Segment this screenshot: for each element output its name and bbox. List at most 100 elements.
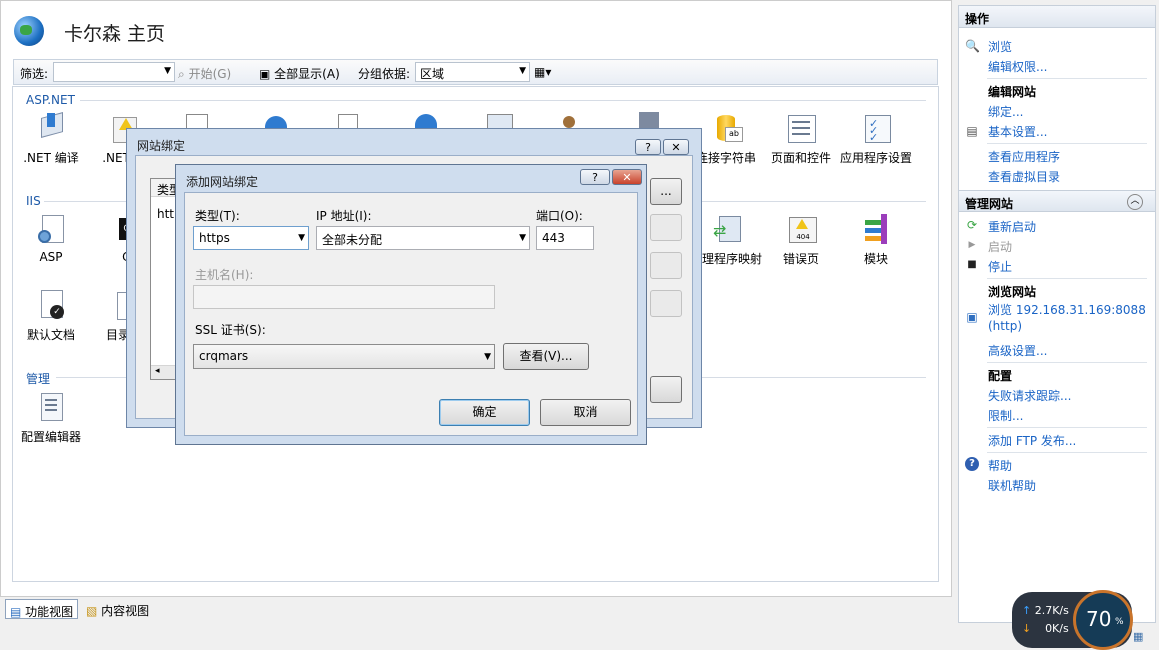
browse-binding-button[interactable] (650, 290, 682, 317)
feature-label: 页面和控件 (770, 151, 831, 165)
group-by-value: 区域 (420, 67, 445, 81)
tab-features-view[interactable]: ▤ 功能视图 (5, 599, 79, 619)
asp-icon (36, 214, 66, 244)
manage-site-heading: 管理网站 (965, 197, 1014, 211)
feature-error-pages[interactable]: 404 错误页 (763, 214, 839, 267)
help-title-button[interactable]: ? (580, 169, 610, 185)
help-icon: ? (965, 457, 979, 471)
group-by-label: 分组依据: (358, 67, 411, 81)
actions-panel: 操作 🔍 浏览 编辑权限... 编辑网站 绑定... ▤ 基本设置... 查看应… (958, 5, 1156, 623)
start-icon: ▶ (968, 240, 976, 250)
action-browse-url-protocol[interactable]: (http) (988, 319, 1022, 333)
action-basic-settings[interactable]: 基本设置... (988, 123, 1047, 140)
feature-net-compile[interactable]: .NET 编译 (13, 112, 89, 166)
feature-label: 默认文档 (26, 328, 75, 342)
action-failed-request-tracing[interactable]: 失败请求跟踪... (988, 387, 1071, 404)
feature-asp[interactable]: ASP (13, 214, 89, 264)
divider (987, 278, 1147, 279)
browse-site-heading: 浏览网站 (988, 285, 1037, 299)
feature-label: 配置编辑器 (20, 430, 81, 444)
action-view-apps[interactable]: 查看应用程序 (988, 148, 1060, 165)
feature-icon-partial (487, 114, 513, 129)
start-button[interactable]: ⌕ 开始(G) (178, 65, 231, 82)
view-cert-button[interactable]: 查看(V)... (503, 343, 589, 370)
host-label: 主机名(H): (195, 268, 254, 282)
feature-pages-controls[interactable]: 页面和控件 (763, 113, 839, 166)
pages-controls-icon (786, 113, 816, 143)
content-view-icon: ▧ (86, 604, 98, 618)
actions-header: 操作 (959, 6, 1155, 28)
ip-address-select[interactable]: 全部未分配 ▼ (316, 226, 530, 250)
feature-app-settings[interactable]: ✓ ✓ ✓ 应用程序设置 (838, 113, 914, 166)
database-icon: ab (711, 113, 743, 143)
port-input[interactable]: 443 (536, 226, 594, 250)
section-manage: 管理 (26, 372, 51, 386)
cancel-button[interactable]: 取消 (540, 399, 631, 426)
feature-icon-partial (186, 114, 208, 129)
action-help[interactable]: 帮助 (988, 457, 1012, 474)
filter-toolbar: 筛选: ▼ ⌕ 开始(G) ▣ 全部显示(A) 分组依据: 区域 ▼ ▦▾ (13, 59, 938, 85)
ok-button[interactable]: 确定 (439, 399, 530, 426)
ssl-label: SSL 证书(S): (195, 323, 266, 337)
type-label: 类型(T): (195, 209, 240, 223)
help-title-button[interactable]: ? (635, 139, 661, 155)
action-limits[interactable]: 限制... (988, 407, 1023, 424)
action-restart[interactable]: 重新启动 (988, 218, 1036, 235)
host-name-input[interactable] (193, 285, 495, 309)
filter-input[interactable]: ▼ (53, 62, 175, 82)
default-doc-icon: ✓ (36, 290, 66, 320)
tray-network-icon[interactable]: ▦ (1133, 630, 1147, 644)
feature-label: .NET 编译 (23, 151, 79, 165)
dialog-body: 类型(T): https ▼ IP 地址(I): 全部未分配 ▼ 端口(O): … (184, 192, 638, 436)
action-bindings[interactable]: 绑定... (988, 103, 1023, 120)
action-add-ftp[interactable]: 添加 FTP 发布... (988, 432, 1076, 449)
ssl-value: crqmars (199, 349, 249, 363)
add-site-binding-dialog: 添加网站绑定 ? ✕ 类型(T): https ▼ IP 地址(I): 全部未分… (175, 164, 647, 445)
config-editor-icon (36, 392, 66, 422)
feature-modules[interactable]: 模块 (838, 214, 914, 267)
close-title-button[interactable]: ✕ (663, 139, 689, 155)
type-select[interactable]: https ▼ (193, 226, 309, 250)
feature-label: 错误页 (782, 252, 819, 266)
divider (987, 452, 1147, 453)
divider (987, 143, 1147, 144)
divider (987, 427, 1147, 428)
action-browse[interactable]: 浏览 (988, 38, 1012, 55)
edit-binding-button[interactable] (650, 214, 682, 241)
download-speed: 0K/s (1045, 622, 1069, 635)
action-online-help[interactable]: 联机帮助 (988, 477, 1036, 494)
show-all-button[interactable]: ▣ 全部显示(A) (259, 65, 340, 82)
action-stop[interactable]: 停止 (988, 258, 1012, 275)
close-button[interactable] (650, 376, 682, 403)
view-mode-button[interactable]: ▦▾ (534, 65, 551, 79)
section-iis: IIS (26, 194, 41, 208)
section-divider (80, 100, 926, 101)
feature-icon-partial (338, 114, 358, 129)
handler-mappings-icon: ⇄ (711, 214, 741, 244)
upload-speed: 2.7K/s (1034, 604, 1069, 617)
action-view-vdirs[interactable]: 查看虚拟目录 (988, 168, 1060, 185)
ip-label: IP 地址(I): (316, 209, 372, 223)
modules-icon (861, 214, 891, 244)
close-title-button[interactable]: ✕ (612, 169, 642, 185)
start-label: 开始(G) (188, 67, 232, 81)
collapse-icon[interactable]: ︿ (1127, 194, 1143, 210)
show-all-icon: ▣ (259, 67, 271, 81)
dialog-title: 网站绑定 (137, 139, 186, 153)
action-start[interactable]: 启动 (988, 238, 1012, 255)
add-binding-button[interactable]: ... (650, 178, 682, 205)
action-edit-permissions[interactable]: 编辑权限... (988, 58, 1047, 75)
feature-config-editor[interactable]: 配置编辑器 (13, 392, 89, 445)
dialog-title: 添加网站绑定 (186, 175, 259, 189)
action-browse-url[interactable]: 浏览 192.168.31.169:8088 (988, 301, 1146, 318)
memory-gauge[interactable]: 70 % (1073, 590, 1133, 650)
feature-default-doc[interactable]: ✓ 默认文档 (13, 290, 89, 343)
action-advanced-settings[interactable]: 高级设置... (988, 342, 1047, 359)
download-arrow-icon: ↓ (1022, 622, 1032, 635)
remove-binding-button[interactable] (650, 252, 682, 279)
ssl-cert-select[interactable]: crqmars ▼ (193, 344, 495, 369)
ip-value: 全部未分配 (322, 233, 383, 247)
group-by-select[interactable]: 区域 ▼ (415, 62, 530, 82)
tab-content-view[interactable]: ▧ 内容视图 (82, 599, 153, 619)
feature-label: 应用程序设置 (839, 151, 912, 165)
